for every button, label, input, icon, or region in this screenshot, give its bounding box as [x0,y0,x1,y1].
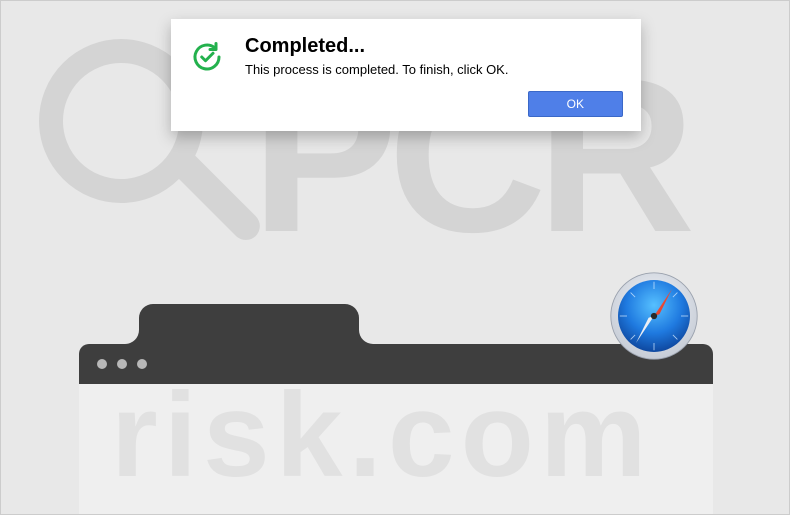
traffic-light-dot [117,359,127,369]
safari-compass-icon [609,271,699,361]
browser-tab [139,304,359,344]
dialog-message: This process is completed. To finish, cl… [245,62,623,77]
browser-content-area [79,384,713,514]
ok-button[interactable]: OK [528,91,623,117]
dialog-text: Completed... This process is completed. … [245,35,623,77]
dialog-actions: OK [189,91,623,117]
dialog-content-row: Completed... This process is completed. … [189,35,623,77]
traffic-light-dot [137,359,147,369]
dialog-title: Completed... [245,35,623,58]
traffic-light-dot [97,359,107,369]
completed-dialog: Completed... This process is completed. … [171,19,641,131]
refresh-check-icon [189,39,225,75]
